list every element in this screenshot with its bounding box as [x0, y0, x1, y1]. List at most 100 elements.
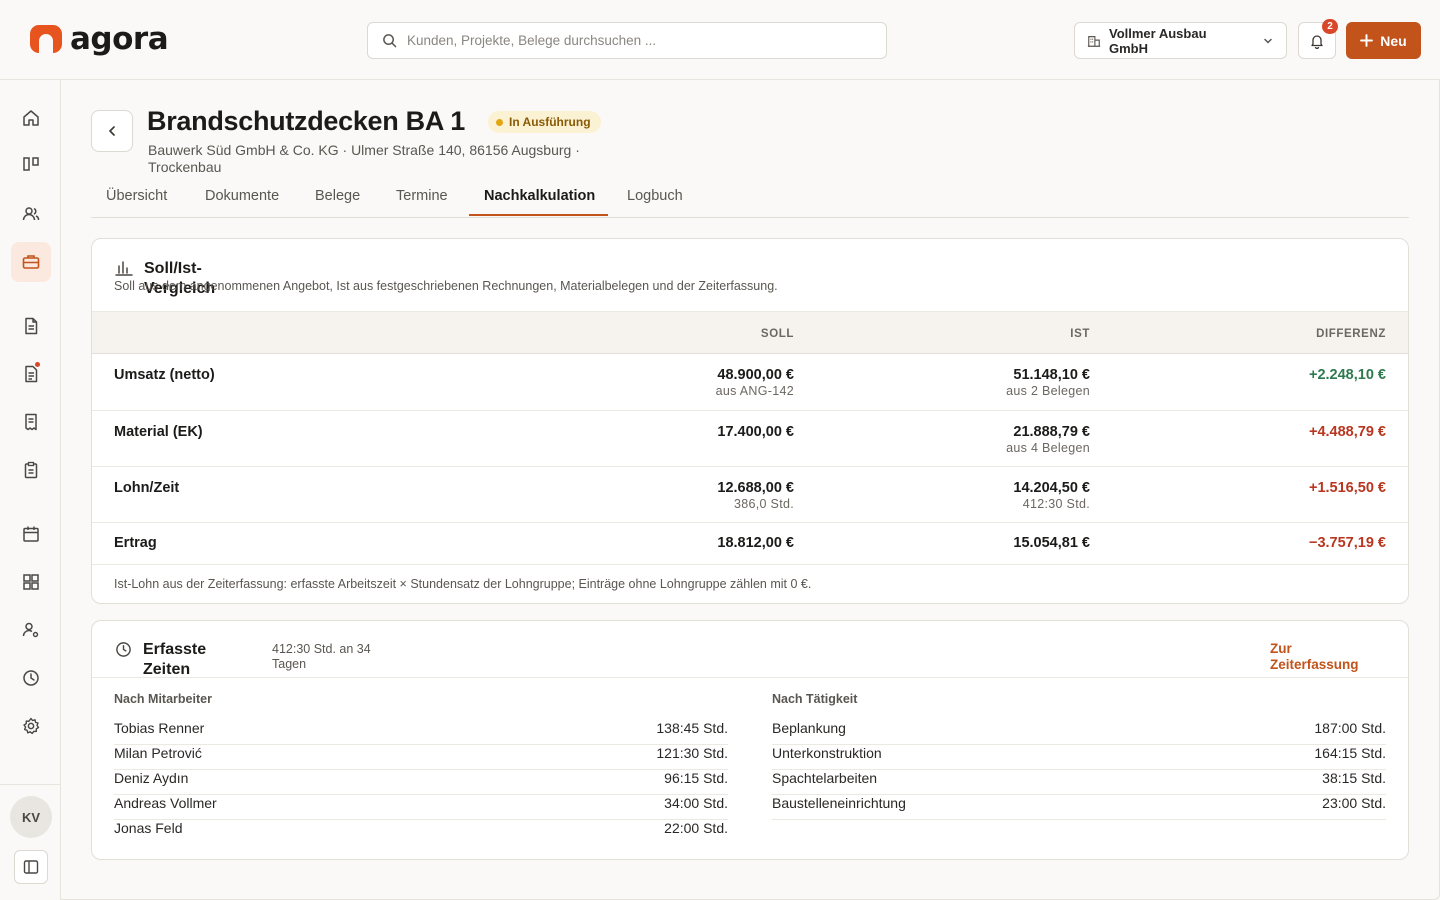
ist-value: 14.204,50 €	[1013, 480, 1090, 496]
employee-hours: 121:30 Std.	[656, 745, 728, 761]
soll-value: 48.900,00 €	[717, 367, 794, 383]
row-label: Material (EK)	[114, 424, 203, 440]
sidebar-item-receipts[interactable]	[11, 402, 51, 442]
sidebar-item-time-tracking[interactable]	[11, 658, 51, 698]
plus-icon	[1360, 34, 1374, 47]
table-row: Ertrag 18.812,00 € 15.054,81 € −3.757,19…	[92, 523, 1408, 565]
grid-icon	[23, 574, 39, 590]
employee-hours: 22:00 Std.	[664, 820, 728, 836]
time-tracking-link[interactable]: Zur Zeiterfassung	[1270, 641, 1380, 673]
sidebar-divider	[0, 784, 60, 785]
search-input[interactable]	[407, 33, 867, 48]
gear-icon	[23, 717, 40, 735]
sidebar-item-projects[interactable]	[11, 242, 51, 282]
list-item: Tobias Renner 138:45 Std.	[114, 720, 728, 745]
logo[interactable]: agora	[30, 21, 169, 57]
list-item: Andreas Vollmer 34:00 Std.	[114, 795, 728, 820]
diff-value: +2.248,10 €	[1308, 367, 1386, 383]
calendar-icon	[23, 526, 39, 542]
employee-name: Jonas Feld	[114, 820, 183, 836]
diff-value: +1.516,50 €	[1308, 480, 1386, 496]
row-label: Ertrag	[114, 535, 157, 551]
tab-bar: Übersicht Dokumente Belege Termine Nachk…	[91, 180, 1409, 218]
employee-hours: 96:15 Std.	[664, 770, 728, 786]
top-bar: agora Vollmer Ausbau GmbH 2 Neu	[0, 0, 1440, 80]
list-item: Baustelleneinrichtung 23:00 Std.	[772, 795, 1386, 820]
status-dot	[496, 118, 503, 126]
chevron-left-icon	[109, 126, 115, 136]
activity-hours: 38:15 Std.	[1322, 770, 1386, 786]
table-row: Lohn/Zeit 12.688,00 € 386,0 Std. 14.204,…	[92, 467, 1408, 523]
soll-value: 18.812,00 €	[717, 535, 794, 551]
employee-name: Deniz Aydın	[114, 770, 189, 786]
comparison-card: Soll/Ist-Vergleich Soll aus dem angenomm…	[91, 238, 1409, 604]
employee-name: Tobias Renner	[114, 720, 205, 736]
activity-name: Baustelleneinrichtung	[772, 795, 906, 811]
list-item: Unterkonstruktion 164:15 Std.	[772, 745, 1386, 770]
sidebar-item-tasks[interactable]	[11, 450, 51, 490]
tab-dokumente[interactable]: Dokumente	[205, 188, 279, 218]
briefcase-icon	[22, 255, 40, 269]
invoice-badge-dot	[35, 362, 40, 367]
sidebar-item-customers[interactable]	[11, 194, 51, 234]
sidebar-item-settings[interactable]	[11, 706, 51, 746]
ist-source: aus 2 Belegen	[1006, 384, 1090, 398]
activity-hours: 187:00 Std.	[1314, 720, 1386, 736]
activity-name: Spachtelarbeiten	[772, 770, 878, 786]
tab-logbuch[interactable]: Logbuch	[627, 188, 683, 218]
search-icon	[383, 34, 397, 48]
avatar[interactable]: KV	[10, 796, 52, 838]
tab-uebersicht[interactable]: Übersicht	[106, 188, 167, 218]
comparison-footnote: Ist-Lohn aus der Zeiterfassung: erfasste…	[114, 577, 812, 591]
back-button[interactable]	[91, 110, 133, 152]
row-label: Umsatz (netto)	[114, 367, 215, 383]
document-icon	[25, 317, 38, 335]
ist-value: 21.888,79 €	[1013, 424, 1090, 440]
list-item: Milan Petrović 121:30 Std.	[114, 745, 728, 770]
search-box[interactable]	[367, 22, 887, 59]
tab-termine[interactable]: Termine	[396, 188, 448, 218]
list-item: Beplankung 187:00 Std.	[772, 720, 1386, 745]
table-header: SOLL IST DIFFERENZ	[92, 311, 1408, 354]
company-name: Vollmer Ausbau GmbH	[1109, 25, 1207, 56]
chevron-down-icon	[1264, 38, 1272, 44]
column-ist: IST	[1070, 328, 1090, 340]
table-row: Material (EK) 17.400,00 € 21.888,79 € au…	[92, 411, 1408, 467]
table-row: Umsatz (netto) 48.900,00 € aus ANG-142 5…	[92, 354, 1408, 411]
invoice-icon	[25, 365, 38, 383]
new-button-label: Neu	[1380, 32, 1407, 49]
sidebar-item-board[interactable]	[11, 144, 51, 184]
by-employee-heading: Nach Mitarbeiter	[114, 692, 212, 706]
status-label: In Ausführung	[509, 115, 591, 129]
company-switcher[interactable]: Vollmer Ausbau GmbH	[1074, 22, 1287, 59]
sidebar: KV	[0, 80, 61, 900]
sidebar-item-employees[interactable]	[11, 610, 51, 650]
user-settings-icon	[22, 622, 39, 638]
list-item: Spachtelarbeiten 38:15 Std.	[772, 770, 1386, 795]
clipboard-icon	[24, 461, 38, 479]
times-summary: 412:30 Std. an 34 Tagen	[272, 642, 371, 671]
sidebar-item-documents[interactable]	[11, 306, 51, 346]
sidebar-item-invoices[interactable]	[11, 354, 51, 394]
soll-source: aus ANG-142	[715, 384, 794, 398]
times-title: Erfasste Zeiten	[143, 641, 207, 678]
new-button[interactable]: Neu	[1346, 22, 1421, 59]
collapse-sidebar-button[interactable]	[14, 850, 48, 884]
logo-text: agora	[70, 21, 169, 57]
sidebar-item-home[interactable]	[11, 98, 51, 138]
sidebar-item-catalog[interactable]	[11, 562, 51, 602]
home-icon	[23, 110, 39, 126]
diff-value: −3.757,19 €	[1308, 535, 1386, 551]
tab-belege[interactable]: Belege	[315, 188, 360, 218]
list-item: Deniz Aydın 96:15 Std.	[114, 770, 728, 795]
building-icon	[1087, 35, 1101, 47]
activity-hours: 164:15 Std.	[1314, 745, 1386, 761]
sidebar-item-calendar[interactable]	[11, 514, 51, 554]
employee-hours: 138:45 Std.	[656, 720, 728, 736]
employee-name: Andreas Vollmer	[114, 795, 217, 811]
clock-icon	[116, 642, 131, 657]
notification-badge: 2	[1322, 19, 1338, 34]
list-item: Jonas Feld 22:00 Std.	[114, 820, 728, 845]
soll-value: 12.688,00 €	[717, 480, 794, 496]
activity-name: Unterkonstruktion	[772, 745, 882, 761]
